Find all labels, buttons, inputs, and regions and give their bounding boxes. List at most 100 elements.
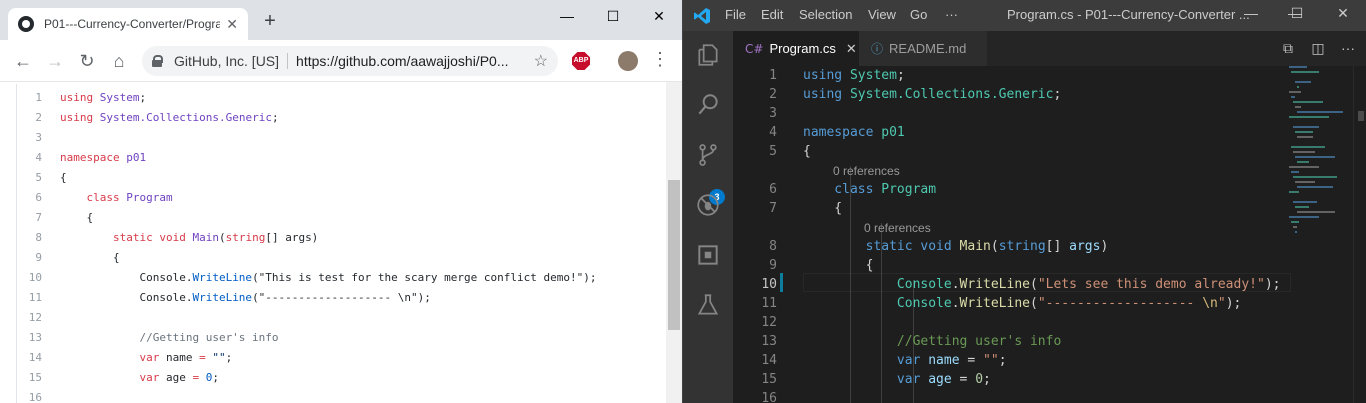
vscode-maximize-icon[interactable]: ☐ (1277, 5, 1317, 22)
line-number: 9 (769, 258, 777, 273)
code-line: 16 (733, 389, 1283, 403)
menu-file[interactable]: File (725, 7, 746, 22)
code-token: //Getting user's info (60, 330, 279, 344)
extensions-icon[interactable] (692, 239, 724, 271)
code-token: System.Collections.Generic (849, 87, 1054, 102)
tab-readme-md[interactable]: ⓘ README.md (859, 31, 987, 66)
menu-view[interactable]: View (868, 7, 896, 22)
test-flask-icon[interactable] (692, 289, 724, 321)
new-tab-button[interactable]: + (258, 10, 282, 33)
code-line: 1 using System; (16, 87, 146, 107)
minimap-line (1295, 206, 1309, 208)
close-window-button[interactable]: ✕ (636, 4, 682, 28)
split-editor-icon[interactable]: ◫ (1309, 40, 1327, 58)
github-code-view: 1 using System; 2 using System.Collections.… (0, 82, 666, 403)
tab-close-icon[interactable]: ✕ (846, 41, 857, 57)
line-number[interactable]: 11 (16, 291, 60, 304)
code-token: Main (192, 230, 219, 244)
code-token: "" (212, 350, 226, 364)
line-number[interactable]: 8 (16, 231, 60, 244)
search-icon[interactable] (692, 89, 724, 121)
menu-selection[interactable]: Selection (799, 7, 852, 22)
code-token: \n (1202, 296, 1218, 311)
tab-close-icon[interactable]: ✕ (226, 16, 238, 33)
editor-scrollbar[interactable] (1353, 66, 1366, 403)
vscode-minimize-icon[interactable]: — (1231, 5, 1271, 21)
menu-more[interactable]: ··· (945, 7, 958, 22)
forward-arrow-icon[interactable]: → (42, 48, 68, 74)
line-number[interactable]: 2 (16, 111, 60, 124)
code-editor[interactable]: 0 references 0 references 1 using System;… (733, 66, 1366, 403)
minimap-line (1291, 71, 1319, 73)
code-token: class (803, 182, 882, 197)
address-bar[interactable]: GitHub, Inc. [US] https://github.com/aaw… (142, 46, 558, 76)
line-code: { (803, 258, 874, 273)
chrome-tab-active[interactable]: P01---Currency-Converter/Program ✕ (8, 8, 248, 40)
star-icon[interactable]: ☆ (534, 51, 548, 71)
codelens-references[interactable]: 0 references (833, 164, 900, 178)
line-number[interactable]: 14 (16, 351, 60, 364)
minimize-button[interactable]: — (544, 4, 590, 28)
scrollbar-thumb[interactable] (668, 180, 680, 330)
line-number[interactable]: 3 (16, 131, 60, 144)
vscode-close-icon[interactable]: ✕ (1323, 5, 1363, 22)
line-number[interactable]: 1 (16, 91, 60, 104)
tab-label: README.md (889, 41, 967, 56)
code-token: ; (271, 110, 279, 124)
line-number[interactable]: 7 (16, 211, 60, 224)
compare-changes-icon[interactable]: ⧉ (1279, 40, 1297, 58)
minimap-line (1291, 146, 1325, 148)
code-token: static void (803, 239, 960, 254)
minimap-line (1297, 86, 1299, 88)
code-token: = (951, 372, 976, 387)
line-number: 4 (769, 125, 777, 140)
code-line: 14 var name = ""; (16, 347, 232, 367)
page-scrollbar[interactable] (666, 82, 682, 403)
code-line: 15 var age = 0; (733, 370, 1283, 389)
code-token: { (60, 210, 94, 224)
line-number[interactable]: 12 (16, 311, 60, 324)
line-code: var age = 0; (60, 371, 219, 384)
more-actions-icon[interactable]: ··· (1339, 40, 1357, 58)
back-arrow-icon[interactable]: ← (10, 48, 36, 74)
url-text[interactable]: https://github.com/aawajjoshi/P0... (296, 53, 516, 69)
debug-icon[interactable] (692, 189, 724, 221)
code-token: ; (896, 68, 905, 83)
reload-icon[interactable]: ↻ (74, 48, 100, 74)
home-icon[interactable]: ⌂ (106, 48, 132, 74)
line-number[interactable]: 5 (16, 171, 60, 184)
code-token: ; (983, 372, 991, 387)
line-number[interactable]: 6 (16, 191, 60, 204)
code-token: using (803, 68, 850, 83)
line-number: 15 (761, 372, 777, 387)
lock-icon[interactable] (152, 55, 163, 67)
line-number: 14 (761, 353, 777, 368)
code-token: ( (218, 230, 226, 244)
code-token: args (1069, 239, 1101, 254)
menu-dots-icon[interactable]: ⋮ (650, 49, 670, 73)
line-number[interactable]: 4 (16, 151, 60, 164)
code-token: p01 (126, 150, 147, 164)
code-token: ( (990, 239, 999, 254)
code-token: 0 (975, 372, 984, 387)
adblock-plus-icon[interactable]: ABP (572, 52, 590, 70)
minimap-line (1297, 211, 1335, 213)
line-number[interactable]: 16 (16, 391, 60, 403)
explorer-icon[interactable] (692, 39, 724, 71)
tab-program-cs[interactable]: C# Program.cs ✕ (733, 31, 859, 66)
line-number[interactable]: 13 (16, 331, 60, 344)
line-number[interactable]: 9 (16, 251, 60, 264)
minimap-line (1289, 166, 1319, 168)
line-number[interactable]: 10 (16, 271, 60, 284)
profile-avatar[interactable] (618, 51, 638, 71)
menu-go[interactable]: Go (910, 7, 927, 22)
minimap-line (1293, 101, 1323, 103)
codelens-references[interactable]: 0 references (864, 221, 931, 235)
line-number[interactable]: 15 (16, 371, 60, 384)
minimap-line (1297, 111, 1343, 113)
code-token: { (60, 170, 67, 184)
maximize-button[interactable]: ☐ (590, 4, 636, 28)
minimap[interactable] (1287, 66, 1353, 266)
menu-edit[interactable]: Edit (761, 7, 783, 22)
source-control-icon[interactable] (692, 139, 724, 171)
